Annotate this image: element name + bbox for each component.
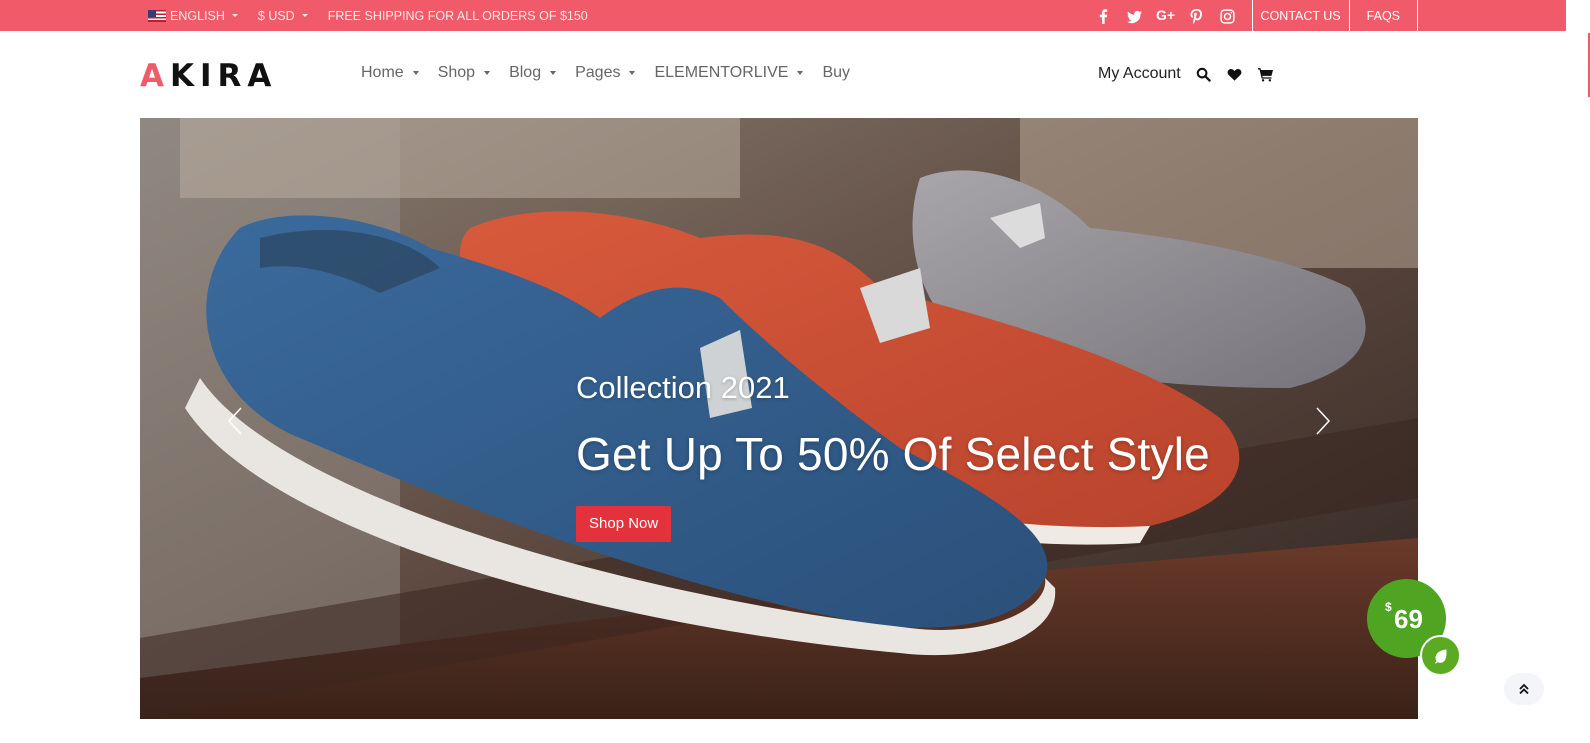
currency-selector[interactable]: $ USD xyxy=(258,9,308,23)
instagram-icon[interactable] xyxy=(1218,0,1238,31)
double-chevron-up-icon xyxy=(1519,683,1529,695)
leaf-icon[interactable] xyxy=(1420,635,1461,676)
currency-label: $ USD xyxy=(257,8,295,23)
previous-slide-arrow-icon[interactable] xyxy=(226,406,246,436)
nav-item-blog[interactable]: Blog xyxy=(509,64,557,82)
cart-icon[interactable] xyxy=(1257,65,1275,83)
nav-item-shop[interactable]: Shop xyxy=(437,64,491,82)
scrollbar[interactable] xyxy=(1566,0,1590,743)
hero-title: Get Up To 50% Of Select Style xyxy=(576,428,1210,480)
back-to-top-button[interactable] xyxy=(1504,673,1544,705)
language-label: ENGLISH xyxy=(170,8,225,23)
chevron-down-icon xyxy=(629,71,636,75)
facebook-icon[interactable] xyxy=(1094,0,1114,31)
hero-subtitle: Collection 2021 xyxy=(576,370,790,405)
nav-item-elementorlive[interactable]: ELEMENTORLIVE xyxy=(654,64,804,82)
social-links: G+ xyxy=(1083,0,1238,31)
pinterest-icon[interactable] xyxy=(1187,0,1207,31)
top-bar: ENGLISH $ USD FREE SHIPPING FOR ALL ORDE… xyxy=(0,0,1566,31)
faqs-link[interactable]: FAQS xyxy=(1348,0,1418,31)
search-icon[interactable] xyxy=(1195,65,1213,83)
chevron-down-icon xyxy=(550,71,557,75)
heart-icon[interactable] xyxy=(1226,65,1244,83)
language-selector[interactable]: ENGLISH xyxy=(148,9,238,23)
shop-now-button[interactable]: Shop Now xyxy=(576,506,672,542)
logo-text: KIRA xyxy=(170,58,278,94)
twitter-icon[interactable] xyxy=(1125,0,1145,31)
chevron-down-icon xyxy=(231,14,238,17)
nav-item-pages[interactable]: Pages xyxy=(575,64,636,82)
next-slide-arrow-icon[interactable] xyxy=(1312,406,1332,436)
top-bar-left: ENGLISH $ USD FREE SHIPPING FOR ALL ORDE… xyxy=(148,0,588,31)
site-logo[interactable]: AKIRA xyxy=(140,60,277,92)
chevron-down-icon xyxy=(484,71,491,75)
shipping-notice: FREE SHIPPING FOR ALL ORDERS OF $150 xyxy=(327,8,588,23)
chevron-down-icon xyxy=(412,71,419,75)
contact-us-link[interactable]: CONTACT US xyxy=(1251,0,1349,31)
nav-item-label: Shop xyxy=(437,64,476,81)
top-bar-right: G+ CONTACT US FAQS xyxy=(1083,0,1418,31)
nav-item-label: Pages xyxy=(575,64,621,81)
price-currency: $ xyxy=(1385,600,1392,614)
nav-item-label: ELEMENTORLIVE xyxy=(654,64,789,81)
nav-item-label: Home xyxy=(361,64,404,81)
nav-item-buy[interactable]: Buy xyxy=(822,64,850,82)
logo-accent-letter: A xyxy=(140,58,170,94)
us-flag-icon xyxy=(148,9,166,22)
my-account-link[interactable]: My Account xyxy=(1098,65,1181,83)
price-amount: 69 xyxy=(1394,604,1423,634)
header-actions: My Account xyxy=(1098,62,1288,86)
google-plus-icon[interactable]: G+ xyxy=(1156,0,1176,31)
nav-item-label: Buy xyxy=(822,64,851,81)
hero-caption: Collection 2021 Get Up To 50% Of Select … xyxy=(576,370,1210,542)
main-nav: Home Shop Blog Pages ELEMENTORLIVE Buy xyxy=(361,64,869,82)
hero-slider: Collection 2021 Get Up To 50% Of Select … xyxy=(140,118,1418,719)
nav-item-home[interactable]: Home xyxy=(361,64,419,82)
chevron-down-icon xyxy=(301,14,308,17)
chevron-down-icon xyxy=(797,71,804,75)
nav-item-label: Blog xyxy=(509,64,542,81)
